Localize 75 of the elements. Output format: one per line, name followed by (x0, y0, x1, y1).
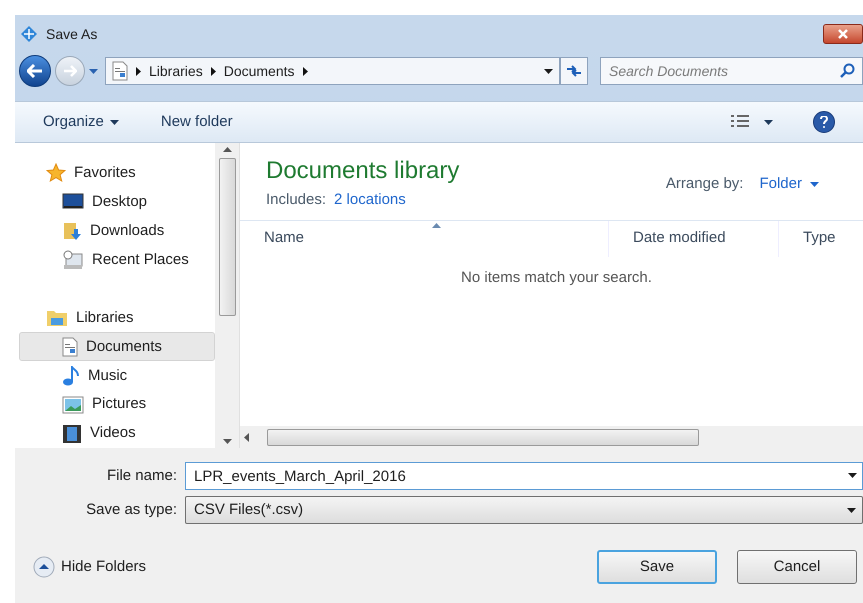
search-icon (839, 63, 855, 79)
empty-message: No items match your search. (461, 268, 652, 288)
sidebar-item[interactable]: Videos (19, 419, 215, 448)
scroll-down-icon (222, 439, 232, 444)
history-dropdown[interactable] (89, 68, 101, 74)
new-folder-button[interactable]: New folder (160, 110, 233, 134)
sidebar-item[interactable]: Pictures (19, 390, 215, 420)
sort-up-icon (432, 222, 441, 228)
arrange-label: Arrange by: (666, 174, 744, 194)
refresh-icon (566, 64, 582, 78)
sidebar-item[interactable]: Desktop (19, 188, 215, 217)
refresh-button[interactable] (560, 57, 588, 85)
picture-icon (62, 396, 84, 414)
column-header[interactable]: Type (778, 220, 863, 256)
film-icon (62, 424, 82, 444)
app-icon (20, 25, 38, 43)
scrollbar[interactable] (215, 143, 240, 448)
caret-down-icon (847, 508, 856, 512)
monitor-icon (62, 193, 84, 212)
music-note-icon (62, 366, 80, 386)
sidebar-item[interactable]: Documents (19, 332, 215, 362)
caret-right-icon (136, 66, 141, 76)
column-header[interactable]: Date modified (608, 220, 778, 256)
arrow-left-icon (27, 64, 43, 78)
organize-menu[interactable]: Organize (43, 110, 119, 134)
scroll-left-icon (244, 432, 249, 442)
breadcrumb[interactable]: Libraries (149, 60, 203, 82)
arrange-dropdown[interactable]: Folder (759, 173, 819, 196)
hide-folders-button[interactable]: Hide Folders (33, 556, 146, 578)
save-button[interactable]: Save (597, 550, 717, 584)
caret-down-icon (544, 68, 553, 74)
breadcrumb[interactable]: Documents (224, 60, 295, 82)
sidebar-item[interactable]: Music (19, 361, 215, 390)
recent-places-icon (62, 250, 84, 270)
caret-right-icon (302, 66, 308, 76)
sidebar-item[interactable]: Recent Places (19, 246, 215, 275)
save-type-label: Save as type: (85, 500, 178, 520)
caret-down-icon (89, 68, 98, 74)
scroll-up-icon (222, 147, 232, 152)
scrollbar-thumb[interactable] (267, 428, 699, 446)
file-name-field[interactable]: LPR_events_March_April_2016 (185, 462, 863, 490)
caret-down-icon (810, 182, 819, 187)
caret-down-icon (110, 120, 119, 124)
file-name-label: File name: (106, 466, 178, 486)
sidebar-item[interactable]: Favorites (19, 159, 215, 188)
caret-down-icon (848, 473, 857, 478)
document-icon (62, 336, 78, 357)
close-icon (838, 29, 848, 39)
folder-download-icon (62, 221, 82, 242)
save-type-dropdown[interactable]: CSV Files(*.csv) (185, 496, 863, 524)
star-icon (46, 163, 66, 184)
help-button[interactable] (813, 111, 835, 133)
back-button[interactable] (19, 55, 51, 87)
scrollbar-thumb[interactable] (218, 158, 236, 316)
close-button[interactable] (823, 24, 863, 44)
arrow-right-icon (63, 65, 77, 77)
document-icon (112, 61, 128, 81)
folder-icon (46, 308, 68, 327)
window-title: Save As (46, 24, 98, 44)
cancel-button[interactable]: Cancel (737, 550, 857, 584)
search-field[interactable]: Search Documents (600, 57, 863, 85)
sidebar-item[interactable]: Downloads (19, 216, 215, 246)
sidebar-item[interactable]: Libraries (19, 304, 215, 332)
includes-label: Includes: (266, 190, 326, 210)
view-dropdown[interactable] (764, 120, 773, 124)
horizontal-scrollbar[interactable] (240, 426, 863, 448)
column-header[interactable]: Name (240, 220, 608, 256)
help-icon (820, 116, 828, 128)
locations-link[interactable]: 2 locations (334, 189, 406, 212)
caret-down-icon (764, 120, 773, 124)
library-title: Documents library (266, 156, 460, 186)
collapse-icon (33, 556, 55, 578)
address-bar[interactable]: Libraries Documents (105, 57, 560, 85)
caret-right-icon (210, 66, 216, 76)
view-list-icon (730, 114, 750, 130)
